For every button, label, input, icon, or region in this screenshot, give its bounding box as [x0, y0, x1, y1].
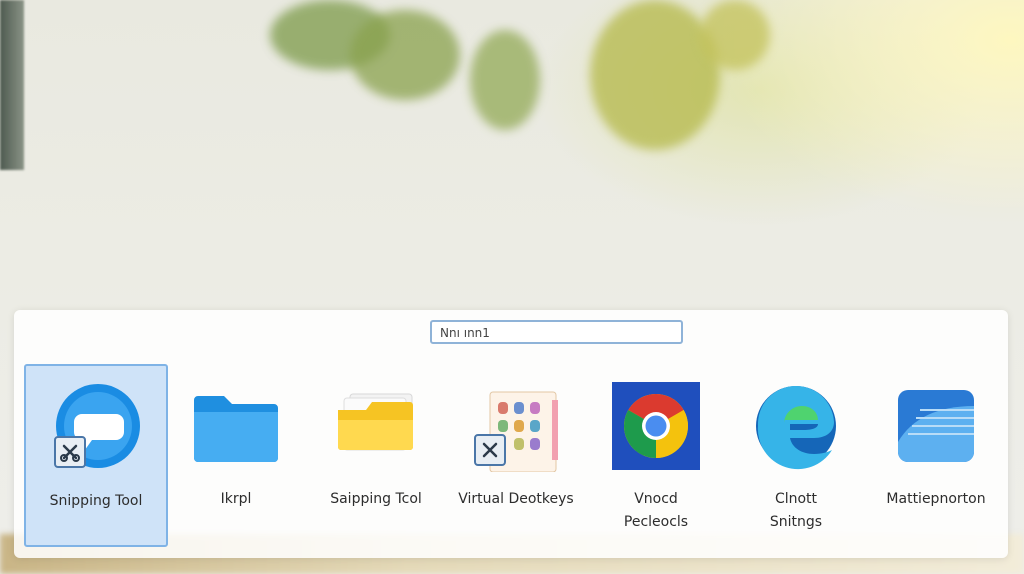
app-tile-snipping-tool[interactable]: Snipping Tool — [24, 364, 168, 547]
file-explorer-icon — [330, 380, 422, 472]
search-input[interactable] — [432, 323, 681, 343]
app-label: Mattiepnorton — [886, 491, 986, 507]
app-tile-file-explorer[interactable]: Saipping Tcol — [304, 364, 448, 547]
app-switcher-panel: Snipping Tool Ikrpl Saippi — [14, 310, 1008, 558]
app-label-line2: Pecleocls — [623, 514, 689, 530]
leaf-cluster — [350, 10, 460, 100]
snipping-tool-icon — [50, 382, 142, 474]
virtual-desktops-icon — [470, 380, 562, 473]
app-label-line1: Vnocd — [634, 491, 678, 507]
folder-icon — [190, 380, 282, 472]
leaf-cluster — [470, 30, 540, 130]
edge-icon — [750, 380, 842, 472]
leaf-cluster — [700, 0, 770, 70]
app-label-line1: Clnott — [774, 491, 818, 507]
scissors-badge-icon — [54, 436, 86, 468]
app-tile-edge[interactable]: Clnott Snitngs — [724, 364, 868, 547]
chrome-icon — [610, 380, 702, 472]
app-tile-blue-app[interactable]: Mattiepnorton — [864, 364, 1008, 547]
app-tile-chrome[interactable]: Vnocd Pecleocls — [584, 364, 728, 547]
app-label: Ikrpl — [220, 491, 252, 507]
app-label: Clnott Snitngs — [724, 488, 868, 534]
blue-app-icon — [890, 380, 982, 472]
app-label-line2: Snitngs — [769, 514, 823, 530]
app-tile-folder[interactable]: Ikrpl — [164, 364, 308, 547]
desktop-background: Snipping Tool Ikrpl Saippi — [0, 0, 1024, 574]
app-label: Virtual Deotkeys — [458, 491, 574, 507]
app-label: Vnocd Pecleocls — [584, 488, 728, 534]
app-label: Saipping Tcol — [330, 491, 422, 507]
wall-frame — [0, 0, 24, 170]
app-label: Snipping Tool — [49, 493, 143, 509]
search-box[interactable] — [430, 320, 683, 344]
app-tile-virtual-desktops[interactable]: Virtual Deotkeys — [444, 364, 588, 547]
leaf-cluster — [590, 0, 720, 150]
tools-badge-icon — [474, 434, 506, 466]
